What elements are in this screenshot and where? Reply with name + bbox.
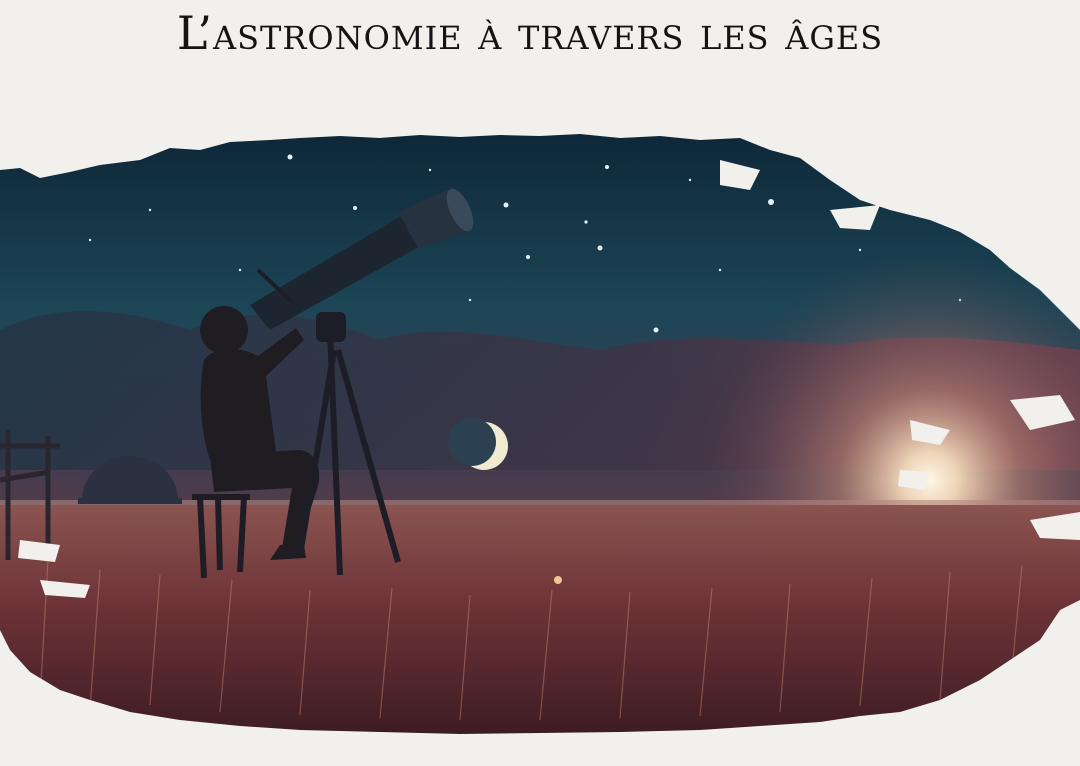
page: L’astronomie à travers les âges	[0, 0, 1080, 766]
stool	[192, 494, 250, 579]
hero-illustration	[0, 134, 1080, 734]
